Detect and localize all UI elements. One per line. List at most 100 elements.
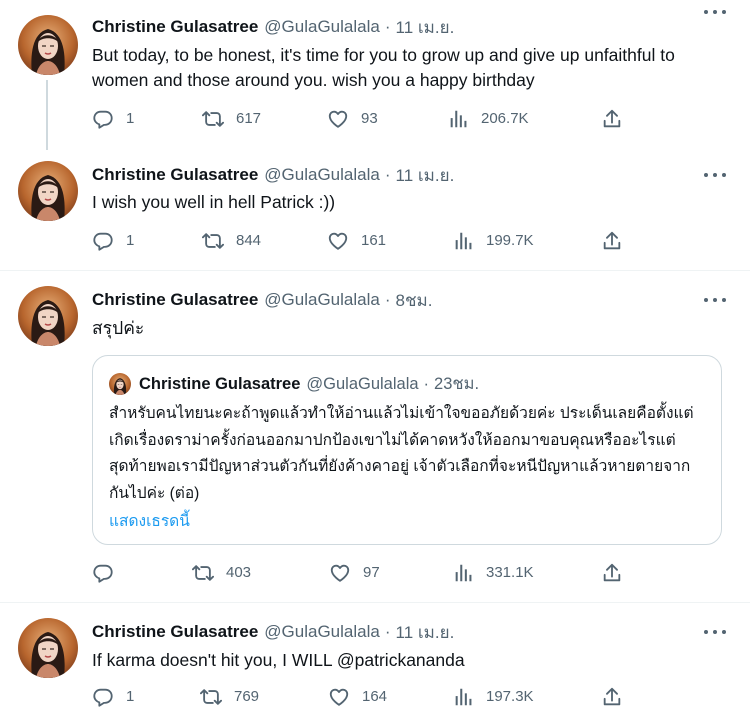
quoted-avatar	[109, 373, 131, 395]
retweet-count: 403	[226, 564, 252, 581]
separator-dot: ·	[423, 374, 430, 393]
share-icon	[601, 230, 623, 252]
views-icon	[452, 230, 474, 252]
retweet-button[interactable]: 844	[202, 230, 261, 252]
author-handle[interactable]: @GulaGulalala	[264, 290, 380, 310]
like-count: 164	[362, 688, 388, 705]
retweet-icon	[192, 562, 214, 584]
reply-count: 1	[126, 688, 135, 705]
heart-icon	[327, 108, 349, 130]
reply-button[interactable]: 1	[92, 686, 134, 708]
like-count: 93	[361, 110, 378, 127]
author-handle[interactable]: @GulaGulalala	[264, 622, 380, 642]
separator-dot: ·	[384, 165, 391, 184]
thread-line	[46, 80, 48, 150]
separator-dot: ·	[384, 290, 391, 309]
tweet[interactable]: Christine Gulasatree @GulaGulalala · 11 …	[0, 603, 750, 719]
tweet[interactable]: Christine Gulasatree @GulaGulalala · 11 …	[0, 0, 750, 150]
author-name[interactable]: Christine Gulasatree	[92, 622, 258, 642]
show-thread-link[interactable]: แสดงเธรดนี้	[109, 508, 190, 533]
views-button[interactable]: 331.1K	[452, 562, 534, 584]
retweet-count: 844	[236, 232, 262, 249]
reply-button[interactable]: 1	[92, 230, 134, 252]
like-button[interactable]: 161	[327, 230, 386, 252]
view-count: 206.7K	[481, 110, 529, 127]
reply-count: 1	[126, 110, 135, 127]
more-icon[interactable]	[704, 622, 726, 642]
more-icon[interactable]	[704, 165, 726, 185]
share-icon	[601, 108, 623, 130]
author-handle[interactable]: @GulaGulalala	[264, 165, 380, 185]
share-icon	[601, 562, 623, 584]
share-button[interactable]	[601, 562, 635, 584]
tweet[interactable]: Christine Gulasatree @GulaGulalala · 8ชม…	[0, 271, 750, 602]
reply-count: 1	[126, 232, 135, 249]
quoted-tweet[interactable]: Christine Gulasatree @GulaGulalala · 23ช…	[92, 355, 722, 545]
like-count: 97	[363, 564, 380, 581]
heart-icon	[327, 230, 349, 252]
views-icon	[447, 108, 469, 130]
views-button[interactable]: 199.7K	[452, 230, 534, 252]
share-button[interactable]	[601, 230, 635, 252]
more-icon[interactable]	[704, 2, 726, 22]
reply-button[interactable]: 1	[92, 108, 134, 130]
retweet-icon	[202, 230, 224, 252]
tweet[interactable]: Christine Gulasatree @GulaGulalala · 11 …	[0, 145, 750, 270]
views-icon	[452, 562, 474, 584]
share-button[interactable]	[601, 686, 635, 708]
tweet-actions: 1 844 161 199.7K	[92, 230, 632, 256]
quoted-author-handle: @GulaGulalala	[306, 374, 419, 393]
views-button[interactable]: 206.7K	[447, 108, 529, 130]
share-button[interactable]	[601, 108, 635, 130]
author-name[interactable]: Christine Gulasatree	[92, 165, 258, 185]
more-icon[interactable]	[704, 290, 726, 310]
quoted-author-name: Christine Gulasatree	[139, 374, 301, 393]
tweet-actions: 1 617 93 206.7K	[92, 108, 632, 134]
view-count: 199.7K	[486, 232, 534, 249]
heart-icon	[328, 686, 350, 708]
quoted-timestamp: 23ชม.	[434, 375, 480, 393]
timestamp[interactable]: 11 เม.ย.	[396, 619, 455, 646]
reply-icon	[92, 562, 114, 584]
like-button[interactable]: 93	[327, 108, 378, 130]
reply-icon	[92, 230, 114, 252]
retweet-icon	[202, 108, 224, 130]
reply-icon	[92, 686, 114, 708]
view-count: 197.3K	[486, 688, 534, 705]
separator-dot: ·	[384, 622, 391, 641]
share-icon	[601, 686, 623, 708]
heart-icon	[329, 562, 351, 584]
reply-button[interactable]	[92, 562, 126, 584]
avatar[interactable]	[18, 15, 78, 75]
separator-dot: ·	[384, 17, 391, 36]
retweet-button[interactable]: 769	[200, 686, 259, 708]
retweet-count: 617	[236, 110, 262, 127]
avatar[interactable]	[18, 618, 78, 678]
views-button[interactable]: 197.3K	[452, 686, 534, 708]
tweet-text: I wish you well in hell Patrick :))	[92, 192, 336, 212]
retweet-button[interactable]: 403	[192, 562, 251, 584]
reply-icon	[92, 108, 114, 130]
timestamp[interactable]: 11 เม.ย.	[396, 162, 455, 189]
tweet-text: สรุปค่ะ	[92, 318, 145, 338]
tweet-text: If karma doesn't hit you, I WILL @patric…	[92, 650, 465, 670]
views-icon	[452, 686, 474, 708]
avatar[interactable]	[18, 286, 78, 346]
tweet-actions: 403 97 331.1K	[92, 562, 632, 588]
view-count: 331.1K	[486, 564, 534, 581]
retweet-button[interactable]: 617	[202, 108, 261, 130]
retweet-icon	[200, 686, 222, 708]
author-name[interactable]: Christine Gulasatree	[92, 17, 258, 37]
tweet-text: But today, to be honest, it's time for y…	[92, 45, 675, 90]
like-button[interactable]: 164	[328, 686, 387, 708]
like-count: 161	[361, 232, 387, 249]
timestamp[interactable]: 8ชม.	[396, 287, 433, 314]
tweet-actions: 1 769 164 197.3K	[92, 686, 632, 712]
author-name[interactable]: Christine Gulasatree	[92, 290, 258, 310]
retweet-count: 769	[234, 688, 260, 705]
timestamp[interactable]: 11 เม.ย.	[396, 14, 455, 41]
quoted-text: สำหรับคนไทยนะคะถ้าพูดแล้วทำให้อ่านแล้วไม…	[109, 405, 694, 502]
author-handle[interactable]: @GulaGulalala	[264, 17, 380, 37]
like-button[interactable]: 97	[329, 562, 380, 584]
avatar[interactable]	[18, 161, 78, 221]
